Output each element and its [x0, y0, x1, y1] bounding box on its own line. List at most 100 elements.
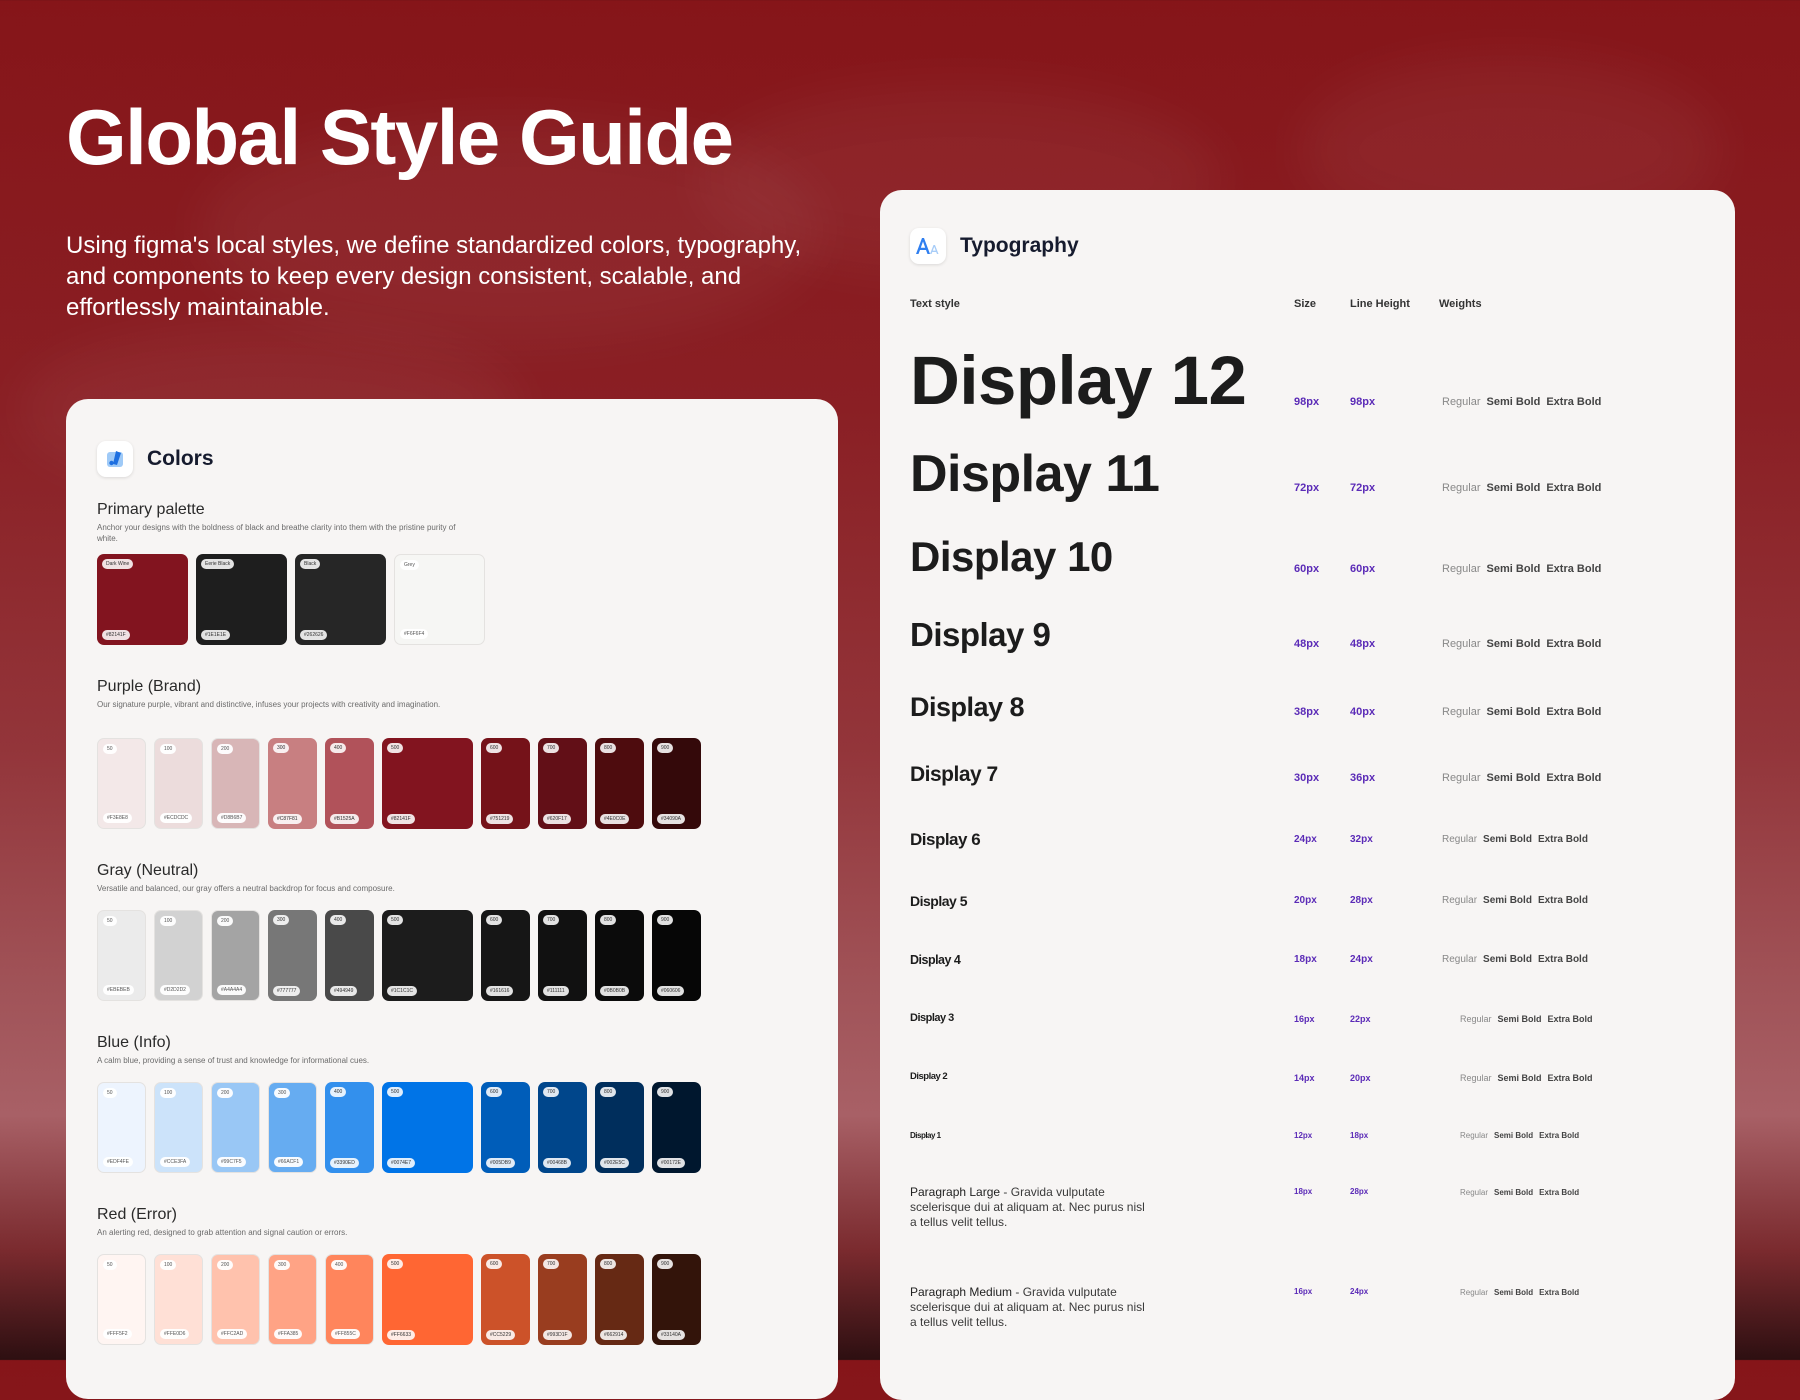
color-palette-icon: [97, 441, 133, 477]
swatch-hex: #FFA385: [274, 1329, 303, 1339]
weight-extrabold: Extra Bold: [1547, 1072, 1593, 1083]
color-swatch[interactable]: 700 #993D1F: [538, 1254, 587, 1345]
color-swatch[interactable]: 300 #FFA385: [268, 1254, 317, 1345]
color-swatch[interactable]: 600 #161616: [481, 910, 530, 1001]
weight-regular: Regular: [1442, 395, 1481, 408]
swatch-name: 200: [217, 744, 234, 754]
type-size: 16px: [1294, 1013, 1315, 1024]
type-line-height: 98px: [1350, 395, 1376, 408]
color-swatch[interactable]: 100 #FFE0D6: [154, 1254, 203, 1345]
swatch-hex: #005DB9: [486, 1158, 515, 1168]
color-swatch[interactable]: 200 #99C7F5: [211, 1082, 260, 1173]
weights-list: Regular Semi Bold Extra Bold: [1442, 772, 1601, 784]
color-swatch[interactable]: 800 #4E0C0E: [595, 738, 644, 829]
paragraph-sample: Paragraph Large - Gravida vulputate scel…: [910, 1185, 1150, 1230]
swatch-hex: #CC5229: [486, 1330, 516, 1340]
paragraph-sample: Paragraph Medium - Gravida vulputate sce…: [910, 1285, 1150, 1330]
weights-list: Regular Semi Bold Extra Bold: [1460, 1188, 1579, 1197]
color-swatch[interactable]: 50 #EBEBEB: [97, 910, 146, 1001]
swatch-name: 400: [330, 1087, 347, 1097]
swatch-hex: #494949: [330, 986, 358, 996]
color-swatch[interactable]: 300 #C87F81: [268, 738, 317, 829]
swatch-name: 300: [274, 1260, 291, 1270]
color-swatch[interactable]: Grey #F6F6F4: [394, 554, 485, 645]
swatch-name: 900: [657, 743, 674, 753]
color-swatch[interactable]: 400 #B1525A: [325, 738, 374, 829]
type-line-height: 24px: [1350, 954, 1373, 965]
page-title: Global Style Guide: [66, 93, 734, 181]
color-swatch[interactable]: 400 #494949: [325, 910, 374, 1001]
color-swatch[interactable]: 800 #002E5C: [595, 1082, 644, 1173]
weights-list: Regular Semi Bold Extra Bold: [1442, 396, 1601, 408]
type-line-height: 24px: [1350, 1287, 1369, 1296]
color-swatch[interactable]: 500 #FF6633: [382, 1254, 473, 1345]
weight-extrabold: Extra Bold: [1539, 1188, 1580, 1197]
header-size: Size: [1294, 298, 1317, 310]
color-swatch[interactable]: 200 #A4A4A4: [211, 910, 260, 1001]
type-style-name: Display 11: [910, 444, 1160, 503]
weight-semibold: Semi Bold: [1486, 705, 1541, 718]
weight-regular: Regular: [1460, 1188, 1489, 1197]
color-swatch[interactable]: 50 #EDF4FE: [97, 1082, 146, 1173]
swatch-hex: #EBEBEB: [103, 985, 134, 995]
color-swatch[interactable]: 400 #FF855C: [325, 1254, 374, 1345]
color-swatch[interactable]: 600 #751219: [481, 738, 530, 829]
color-swatch[interactable]: 100 #ECDCDC: [154, 738, 203, 829]
weight-extrabold: Extra Bold: [1546, 395, 1602, 408]
color-swatch[interactable]: 50 #FFF5F2: [97, 1254, 146, 1345]
section-description: A calm blue, providing a sense of trust …: [97, 1056, 370, 1065]
type-size: 38px: [1294, 705, 1320, 718]
type-line-height: 22px: [1350, 1013, 1371, 1024]
swatch-hex: #CCE3FA: [160, 1157, 191, 1167]
color-swatch[interactable]: 700 #00468B: [538, 1082, 587, 1173]
type-size: 12px: [1294, 1131, 1313, 1140]
color-swatch[interactable]: 500 #1C1C1C: [382, 910, 473, 1001]
color-swatch[interactable]: 500 #0074E7: [382, 1082, 473, 1173]
color-swatch[interactable]: 300 #777777: [268, 910, 317, 1001]
color-swatch[interactable]: Black #262626: [295, 554, 386, 645]
header-text-style: Text style: [910, 298, 960, 310]
swatch-name: 600: [486, 1259, 503, 1269]
swatch-hex: #82141F: [387, 814, 415, 824]
color-swatch[interactable]: 800 #0B0B0B: [595, 910, 644, 1001]
color-swatch[interactable]: 400 #3390ED: [325, 1082, 374, 1173]
swatch-hex: #FF855C: [331, 1329, 360, 1339]
color-swatch[interactable]: 800 #662914: [595, 1254, 644, 1345]
color-swatch[interactable]: 900 #33140A: [652, 1254, 701, 1345]
weight-regular: Regular: [1460, 1131, 1489, 1140]
type-style-name: Display 6: [910, 829, 981, 849]
weight-regular: Regular: [1442, 562, 1481, 575]
swatch-name: 100: [160, 744, 177, 754]
colors-header: Colors: [97, 441, 214, 477]
type-line-height: 36px: [1350, 771, 1376, 784]
color-swatch[interactable]: 900 #060606: [652, 910, 701, 1001]
color-swatch[interactable]: 600 #005DB9: [481, 1082, 530, 1173]
color-swatch[interactable]: 200 #FFC2AD: [211, 1254, 260, 1345]
swatch-hex: #D2D2D2: [160, 985, 190, 995]
type-line-height: 28px: [1350, 895, 1373, 906]
weights-list: Regular Semi Bold Extra Bold: [1460, 1014, 1593, 1024]
color-swatch[interactable]: 100 #CCE3FA: [154, 1082, 203, 1173]
section-description: Anchor your designs with the boldness of…: [97, 523, 456, 543]
color-swatch[interactable]: 300 #66ACF1: [268, 1082, 317, 1173]
header-weights: Weights: [1439, 298, 1482, 310]
color-swatch[interactable]: 100 #D2D2D2: [154, 910, 203, 1001]
color-swatch[interactable]: 500 #82141F: [382, 738, 473, 829]
color-swatch[interactable]: 700 #620F17: [538, 738, 587, 829]
typography-title: Typography: [960, 234, 1079, 257]
color-swatch[interactable]: 700 #111111: [538, 910, 587, 1001]
color-swatch[interactable]: 50 #F3E8E8: [97, 738, 146, 829]
color-swatch[interactable]: 200 #D8B6B7: [211, 738, 260, 829]
weight-semibold: Semi Bold: [1483, 834, 1532, 845]
type-size: 98px: [1294, 395, 1320, 408]
weight-extrabold: Extra Bold: [1547, 1013, 1593, 1024]
color-swatch[interactable]: 600 #CC5229: [481, 1254, 530, 1345]
color-swatch[interactable]: 900 #34090A: [652, 738, 701, 829]
swatch-hex: #FFE0D6: [160, 1329, 190, 1339]
paragraph-name: Paragraph Medium: [910, 1285, 1013, 1299]
color-swatch[interactable]: Eerie Black #1E1E1E: [196, 554, 287, 645]
color-swatch[interactable]: Dark Wine #82141F: [97, 554, 188, 645]
color-swatch[interactable]: 900 #00172E: [652, 1082, 701, 1173]
swatch-name: 800: [600, 1087, 617, 1097]
section-title: Blue (Info): [97, 1034, 171, 1051]
